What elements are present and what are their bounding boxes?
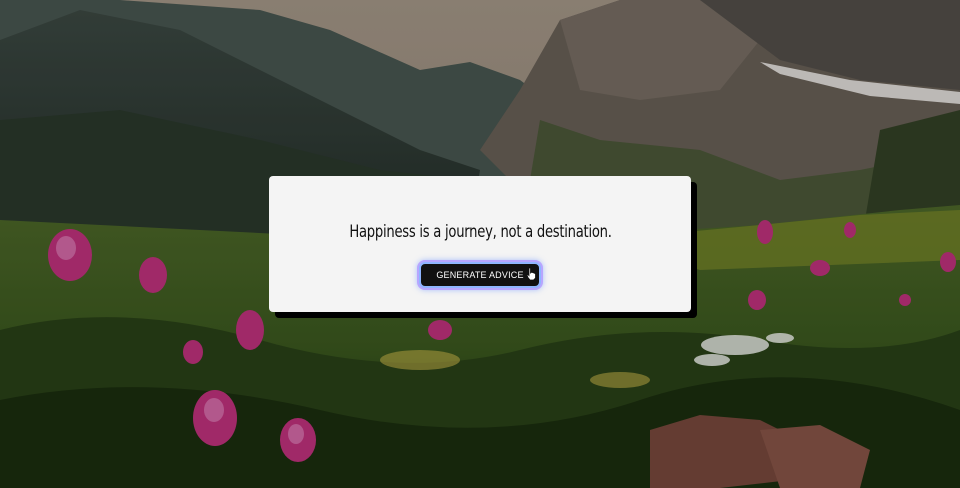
advice-card: Happiness is a journey, not a destinatio… xyxy=(269,176,691,312)
generate-advice-button[interactable]: GENERATE ADVICE xyxy=(419,262,541,288)
generate-advice-label: GENERATE ADVICE xyxy=(436,270,524,280)
hand-pointer-icon xyxy=(526,267,536,281)
advice-text: Happiness is a journey, not a destinatio… xyxy=(348,222,612,242)
